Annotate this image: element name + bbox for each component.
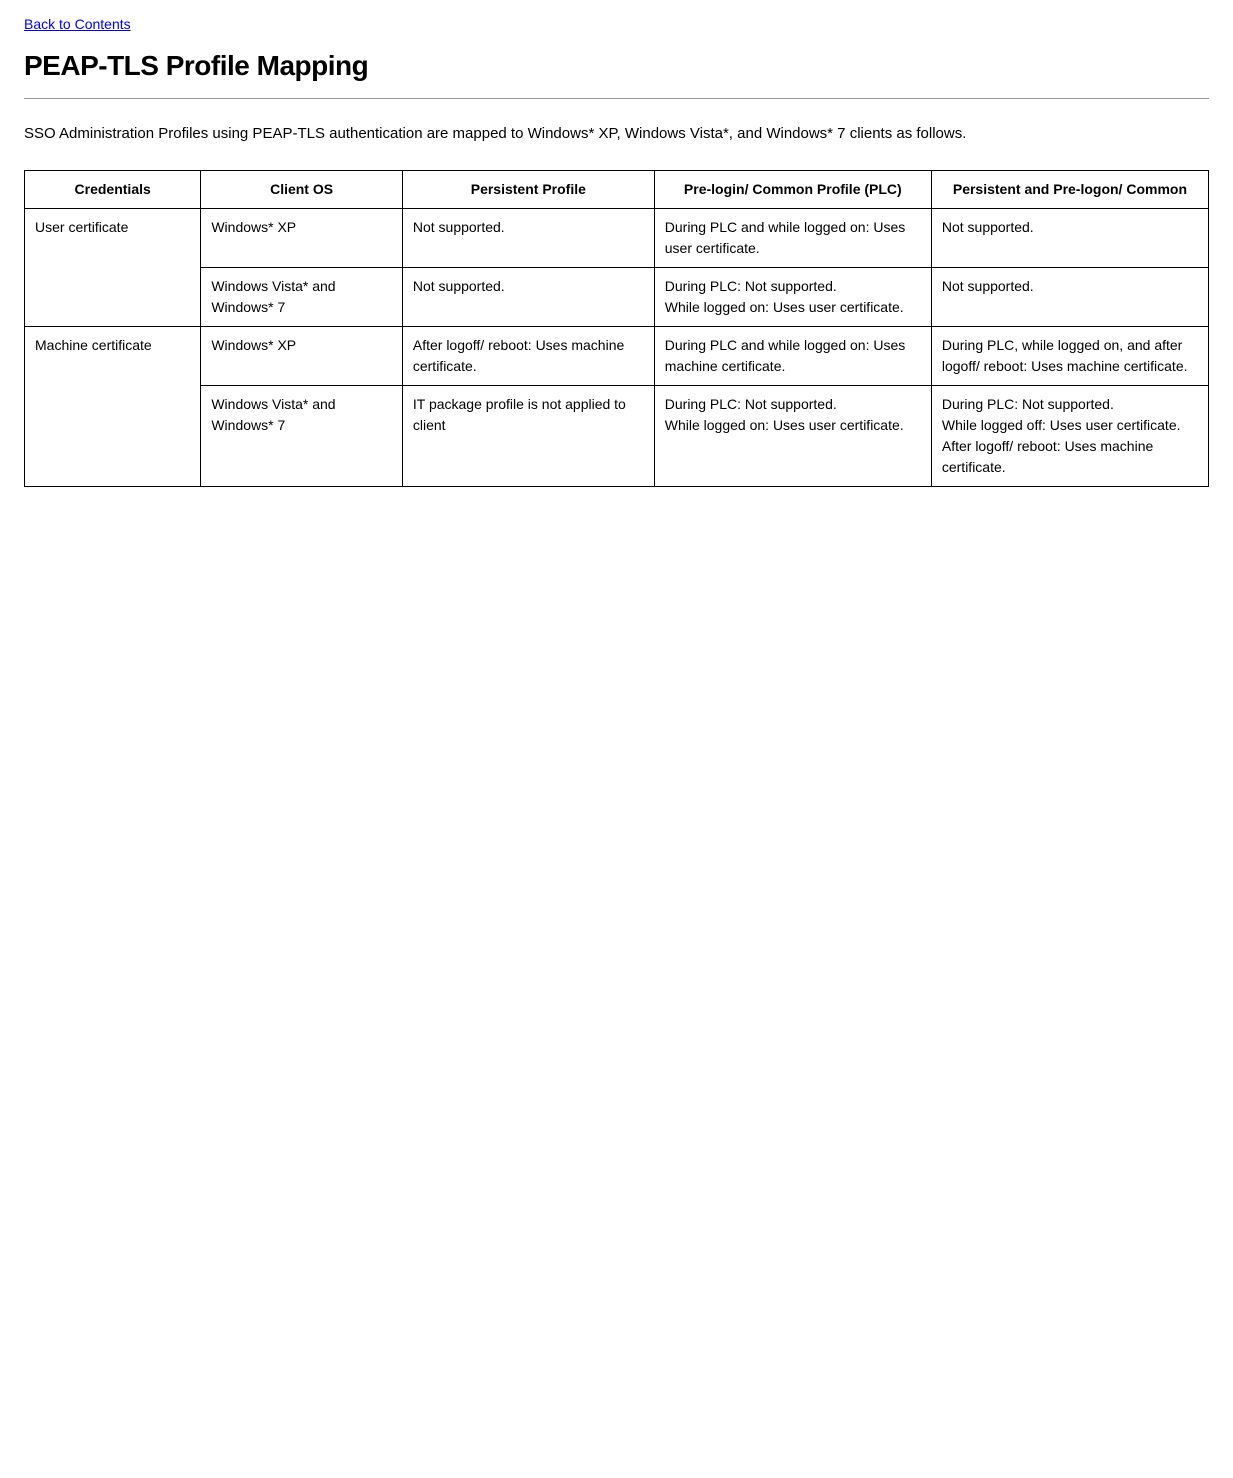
col-header-pre-login: Pre-login/ Common Profile (PLC): [654, 170, 931, 208]
col-header-client-os: Client OS: [201, 170, 403, 208]
section-divider: [24, 98, 1209, 99]
cell-client-os: Windows Vista* and Windows* 7: [201, 385, 403, 486]
col-header-persistent-pre: Persistent and Pre-logon/ Common: [931, 170, 1208, 208]
intro-paragraph: SSO Administration Profiles using PEAP-T…: [24, 123, 1209, 146]
back-to-contents-link[interactable]: Back to Contents: [24, 16, 131, 32]
cell-persistent-pre: During PLC, while logged on, and after l…: [931, 326, 1208, 385]
cell-persistent-profile: Not supported.: [402, 208, 654, 267]
cell-persistent-profile: Not supported.: [402, 267, 654, 326]
cell-client-os: Windows* XP: [201, 208, 403, 267]
cell-persistent-pre: Not supported.: [931, 208, 1208, 267]
col-header-persistent-profile: Persistent Profile: [402, 170, 654, 208]
page-title: PEAP-TLS Profile Mapping: [24, 50, 1209, 82]
table-row: Machine certificateWindows* XPAfter logo…: [25, 326, 1209, 385]
col-header-credentials: Credentials: [25, 170, 201, 208]
cell-pre-login: During PLC and while logged on: Uses use…: [654, 208, 931, 267]
cell-pre-login: During PLC: Not supported.While logged o…: [654, 385, 931, 486]
cell-client-os: Windows Vista* and Windows* 7: [201, 267, 403, 326]
cell-pre-login: During PLC and while logged on: Uses mac…: [654, 326, 931, 385]
cell-credentials: User certificate: [25, 208, 201, 326]
table-row: Windows Vista* and Windows* 7Not support…: [25, 267, 1209, 326]
table-row: Windows Vista* and Windows* 7IT package …: [25, 385, 1209, 486]
cell-persistent-profile: IT package profile is not applied to cli…: [402, 385, 654, 486]
cell-credentials: Machine certificate: [25, 326, 201, 486]
cell-persistent-pre: During PLC: Not supported.While logged o…: [931, 385, 1208, 486]
table-row: User certificateWindows* XPNot supported…: [25, 208, 1209, 267]
cell-persistent-profile: After logoff/ reboot: Uses machine certi…: [402, 326, 654, 385]
peap-tls-table: Credentials Client OS Persistent Profile…: [24, 170, 1209, 487]
cell-persistent-pre: Not supported.: [931, 267, 1208, 326]
table-header-row: Credentials Client OS Persistent Profile…: [25, 170, 1209, 208]
cell-pre-login: During PLC: Not supported.While logged o…: [654, 267, 931, 326]
cell-client-os: Windows* XP: [201, 326, 403, 385]
